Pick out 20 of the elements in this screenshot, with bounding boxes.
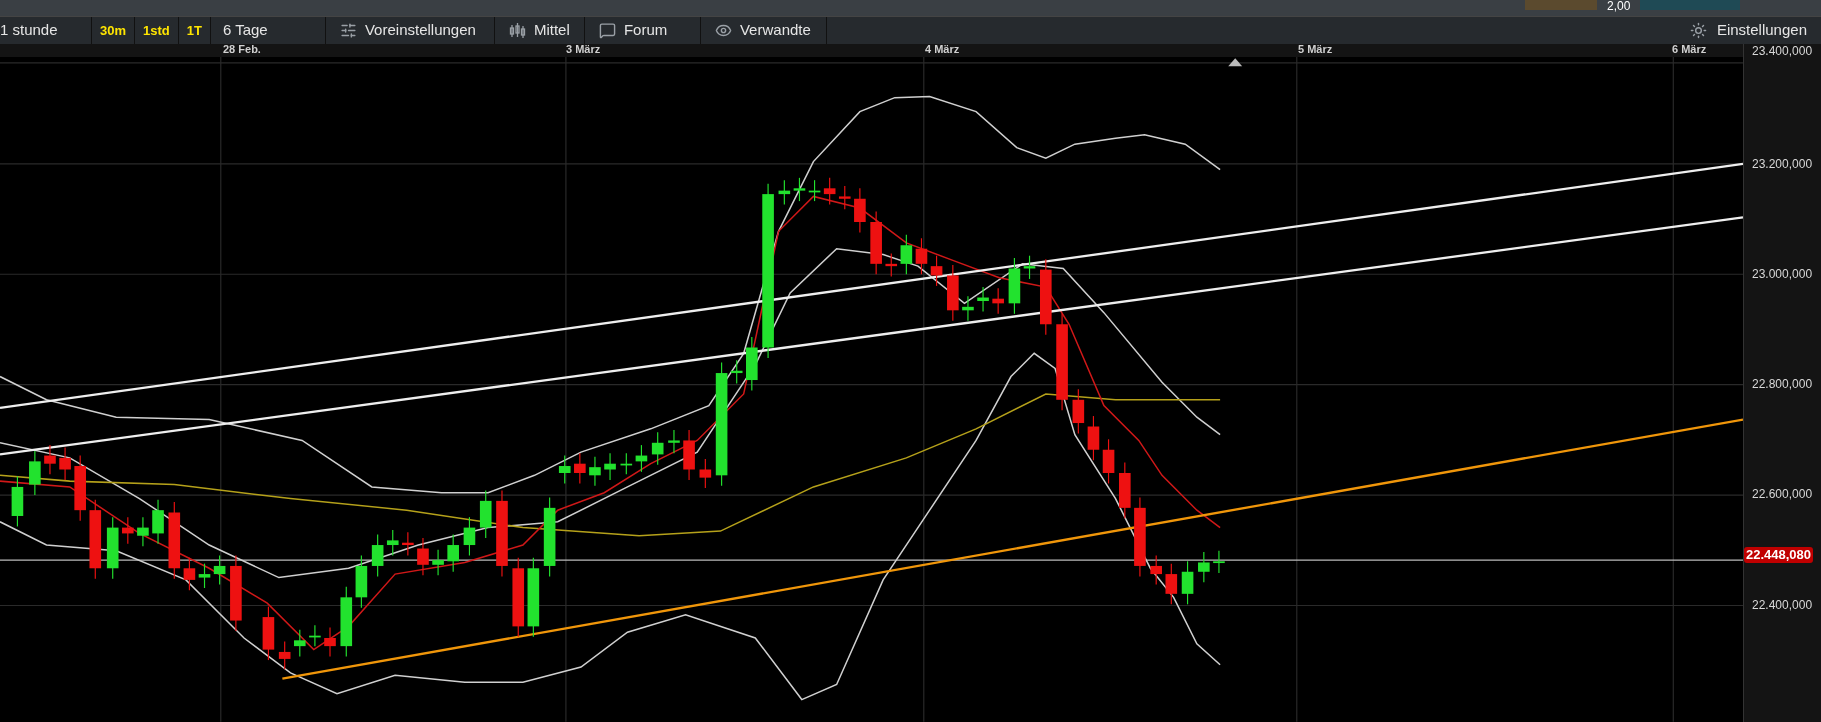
price-label: 22.600,000 (1752, 487, 1813, 502)
value-text: 2,00 (1607, 0, 1632, 12)
settings-icon (1689, 22, 1707, 40)
date-label: 4 März (925, 43, 960, 57)
candlestick-icon (508, 22, 526, 40)
date-label: 3 März (566, 43, 601, 57)
date-label: 5 März (1298, 43, 1333, 57)
sliders-icon (339, 22, 357, 40)
price-label: 22.800,000 (1752, 377, 1813, 392)
current-price-label: 22.448,080 (1744, 547, 1814, 564)
date-label: 28 Feb. (223, 43, 261, 57)
value-panel (1525, 0, 1597, 10)
price-label: 22.400,000 (1752, 598, 1813, 613)
settings-button[interactable]: Einstellungen (1675, 16, 1821, 45)
price-label: 23.200,000 (1752, 157, 1813, 172)
date-label: 6 März (1672, 43, 1707, 57)
triangle-marker-icon (1228, 58, 1243, 67)
price-label: 23.400,000 (1752, 44, 1813, 59)
price-label: 23.000,000 (1752, 267, 1813, 282)
chat-bubble-icon (598, 22, 616, 40)
